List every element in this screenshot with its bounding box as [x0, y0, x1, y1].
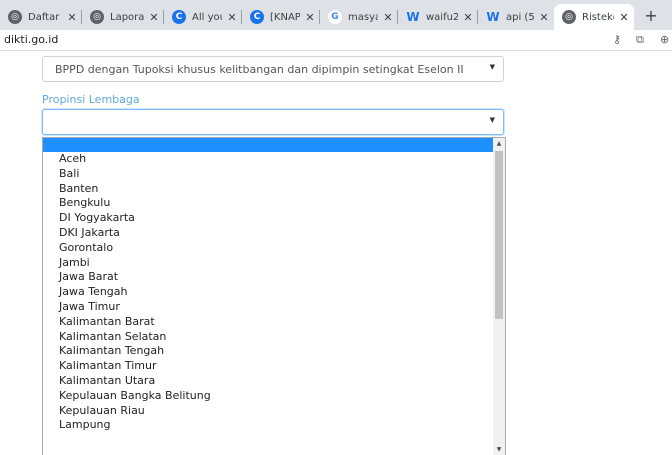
close-icon[interactable]: ✕	[226, 11, 238, 24]
close-icon[interactable]: ✕	[148, 11, 160, 24]
w-icon: W	[486, 10, 500, 24]
dropdown-option[interactable]: Jawa Barat	[43, 270, 505, 285]
globe-icon: ◎	[8, 10, 22, 24]
tab-title: api (55	[506, 11, 534, 23]
address-bar: dikti.go.id ⚷ ⧉ ⊕	[0, 30, 672, 51]
tab-title: masyar	[348, 11, 378, 23]
dropdown-option[interactable]: Kalimantan Selatan	[43, 330, 505, 345]
dropdown-option[interactable]: Bengkulu	[43, 196, 505, 211]
dropdown-option[interactable]: Bali	[43, 167, 505, 182]
browser-tab[interactable]: G masyar ✕	[320, 4, 398, 30]
tab-title: waifu2x	[426, 11, 458, 23]
tab-title: [KNAPP	[270, 11, 300, 23]
url-text[interactable]: dikti.go.id	[4, 33, 58, 46]
browser-tab-active[interactable]: ◎ Ristekd ✕	[554, 4, 634, 30]
propinsi-select[interactable]: ▼	[42, 109, 504, 135]
w-icon: W	[406, 10, 420, 24]
dropdown-option[interactable]: Gorontalo	[43, 241, 505, 256]
zoom-icon[interactable]: ⊕	[660, 33, 669, 46]
tab-title: Laporan	[110, 11, 144, 23]
propinsi-dropdown-list[interactable]: Aceh Bali Banten Bengkulu DI Yogyakarta DKI J…	[42, 137, 506, 455]
close-icon[interactable]: ✕	[462, 11, 474, 24]
tab-title: All your	[192, 11, 222, 23]
close-icon[interactable]: ✕	[538, 11, 550, 24]
dropdown-option[interactable]: Aceh	[43, 152, 505, 167]
c-icon: C	[250, 10, 264, 24]
browser-tab[interactable]: C [KNAPP ✕	[242, 4, 320, 30]
browser-tab[interactable]: W api (55 ✕	[478, 4, 554, 30]
tab-title: Ristekd	[582, 11, 614, 23]
dropdown-option[interactable]: Kalimantan Tengah	[43, 344, 505, 359]
close-icon[interactable]: ✕	[618, 11, 630, 24]
scroll-down-icon[interactable]: ▼	[493, 444, 505, 455]
dropdown-option[interactable]: Jambi	[43, 256, 505, 271]
c-icon: C	[172, 10, 186, 24]
dropdown-option[interactable]: Kalimantan Utara	[43, 374, 505, 389]
close-icon[interactable]: ✕	[382, 11, 394, 24]
browser-tab[interactable]: W waifu2x ✕	[398, 4, 478, 30]
scrollbar-thumb[interactable]	[495, 151, 503, 319]
dropdown-arrow-icon: ▼	[489, 116, 495, 124]
dropdown-option[interactable]: Kepulauan Riau	[43, 404, 505, 419]
dropdown-option[interactable]: Banten	[43, 182, 505, 197]
google-icon: G	[328, 10, 342, 24]
dropdown-option[interactable]: DKI Jakarta	[43, 226, 505, 241]
browser-tab-strip: ◎ Daftar P ✕ ◎ Laporan ✕ C All your ✕ C …	[0, 0, 672, 30]
dropdown-option[interactable]: Kepulauan Bangka Belitung	[43, 389, 505, 404]
browser-tab[interactable]: C All your ✕	[164, 4, 242, 30]
dropdown-option[interactable]: Jawa Tengah	[43, 285, 505, 300]
close-icon[interactable]: ✕	[304, 11, 316, 24]
browser-tab[interactable]: ◎ Daftar P ✕	[0, 4, 82, 30]
dropdown-arrow-icon: ▼	[489, 63, 495, 71]
close-icon[interactable]: ✕	[66, 11, 78, 24]
page-content: BPPD dengan Tupoksi khusus kelitbangan d…	[0, 51, 672, 455]
key-icon[interactable]: ⚷	[613, 33, 621, 46]
propinsi-label: Propinsi Lembaga	[42, 93, 140, 106]
dropdown-option[interactable]: DI Yogyakarta	[43, 211, 505, 226]
scrollbar[interactable]: ▲ ▼	[493, 138, 505, 455]
browser-tab[interactable]: ◎ Laporan ✕	[82, 4, 164, 30]
lembaga-type-select[interactable]: BPPD dengan Tupoksi khusus kelitbangan d…	[42, 56, 504, 82]
dropdown-option[interactable]: Kalimantan Barat	[43, 315, 505, 330]
scroll-up-icon[interactable]: ▲	[493, 138, 505, 150]
dropdown-option[interactable]: Lampung	[43, 418, 505, 433]
dropdown-option[interactable]	[43, 138, 505, 152]
dropdown-option[interactable]: Jawa Timur	[43, 300, 505, 315]
option-list: Aceh Bali Banten Bengkulu DI Yogyakarta DKI J…	[43, 138, 505, 433]
translate-icon[interactable]: ⧉	[636, 33, 644, 47]
dropdown-option[interactable]: Kalimantan Timur	[43, 359, 505, 374]
globe-icon: ◎	[562, 10, 576, 24]
new-tab-button[interactable]: +	[640, 6, 662, 26]
globe-icon: ◎	[90, 10, 104, 24]
select-value: BPPD dengan Tupoksi khusus kelitbangan d…	[55, 63, 464, 76]
tab-title: Daftar P	[28, 11, 62, 23]
